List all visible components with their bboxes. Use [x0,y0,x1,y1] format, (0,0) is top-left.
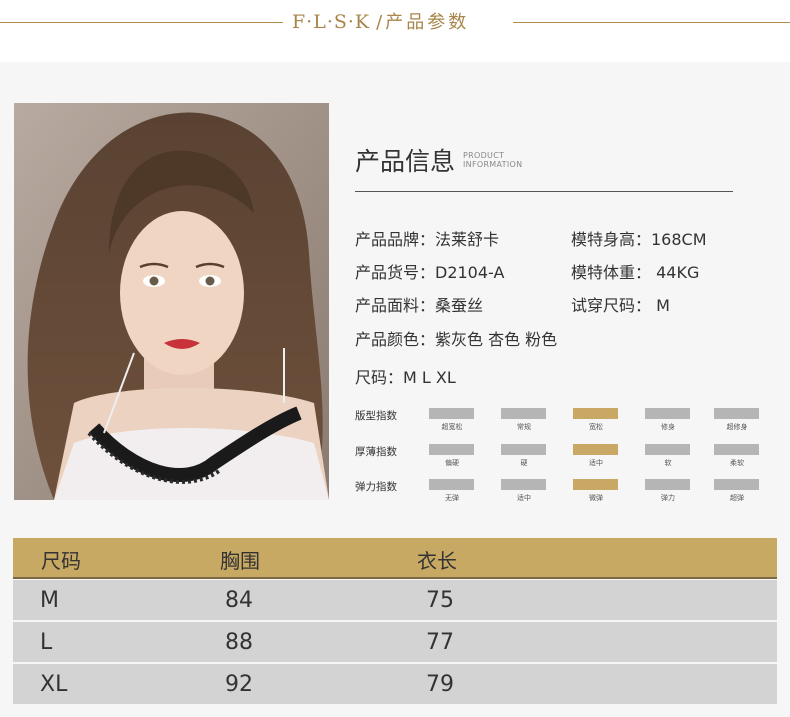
index-label: 弹力指数 [355,481,397,493]
index-bar [429,479,474,490]
index-bar-selected [573,479,618,490]
index-option-label: 宽松 [589,423,603,431]
index-option-label: 超弹 [730,494,744,502]
index-option-label: 柔软 [730,459,744,467]
index-option-label: 微弹 [589,494,603,502]
table-cell-size: XL [40,672,68,697]
info-subtitle: PRODUCT INFORMATION [463,151,522,169]
index-bar [429,408,474,419]
header-band: F·L·S·K/产品参数 [0,0,790,62]
header-subtitle: /产品参数 [376,12,470,33]
index-option-label: 修身 [661,423,675,431]
table-header-bust: 胸围 [220,549,260,573]
index-option-label: 超修身 [726,423,748,431]
info-subtitle-line2: INFORMATION [463,160,523,169]
index-bar [714,408,759,419]
index-bar-selected [573,408,618,419]
table-header-length: 衣长 [417,549,457,573]
table-header-size: 尺码 [41,549,81,573]
table-cell-bust: 92 [225,672,253,697]
spec-model-height: 模特身高：168CM [571,230,707,249]
index-label: 厚薄指数 [355,446,397,458]
table-cell-bust: 84 [225,588,253,613]
index-bar [429,444,474,455]
table-cell-size: L [40,630,53,655]
index-option-label: 弹力 [661,494,675,502]
header-divider-left [0,22,283,23]
table-cell-bust: 88 [225,630,253,655]
spec-model-weight: 模特体重： 44KG [571,263,700,282]
spec-fabric: 产品面料：桑蚕丝 [355,296,484,315]
info-divider [355,191,733,192]
table-cell-length: 77 [426,630,454,655]
table-cell-size: M [40,588,59,613]
index-bar [501,444,546,455]
table-header-divider [13,577,777,579]
index-option-label: 无弹 [445,494,459,502]
index-bar [501,479,546,490]
index-option-label: 软 [664,459,672,467]
spec-fit-size: 试穿尺码： M [571,296,670,315]
index-bar [645,444,690,455]
index-label: 版型指数 [355,410,397,422]
index-bar [645,408,690,419]
index-option-label: 超宽松 [441,423,463,431]
index-option-label: 硬 [520,459,528,467]
spec-brand: 产品品牌：法莱舒卡 [355,230,500,249]
spec-item-no: 产品货号：D2104-A [355,263,505,282]
index-bar [645,479,690,490]
size-table-header: 尺码 胸围 衣长 [13,538,777,577]
index-bar [714,444,759,455]
table-cell-length: 79 [426,672,454,697]
spec-sizes: 尺码：M L XL [355,368,456,387]
spec-colors: 产品颜色：紫灰色 杏色 粉色 [355,330,558,349]
info-subtitle-line1: PRODUCT [463,151,505,160]
model-photo [14,103,329,500]
table-row: L 88 77 [13,622,777,662]
index-bar [501,408,546,419]
table-row: M 84 75 [13,580,777,620]
page-header: F·L·S·K/产品参数 [292,8,469,34]
index-option-label: 偏硬 [445,459,459,467]
index-option-label: 适中 [589,459,603,467]
info-title: 产品信息 [355,147,456,176]
index-option-label: 常规 [517,423,531,431]
index-bar-selected [573,444,618,455]
header-divider-right [513,22,790,23]
index-option-label: 适中 [517,494,531,502]
index-bar [714,479,759,490]
table-cell-length: 75 [426,588,454,613]
table-row: XL 92 79 [13,664,777,704]
brand-name: F·L·S·K [292,11,371,33]
